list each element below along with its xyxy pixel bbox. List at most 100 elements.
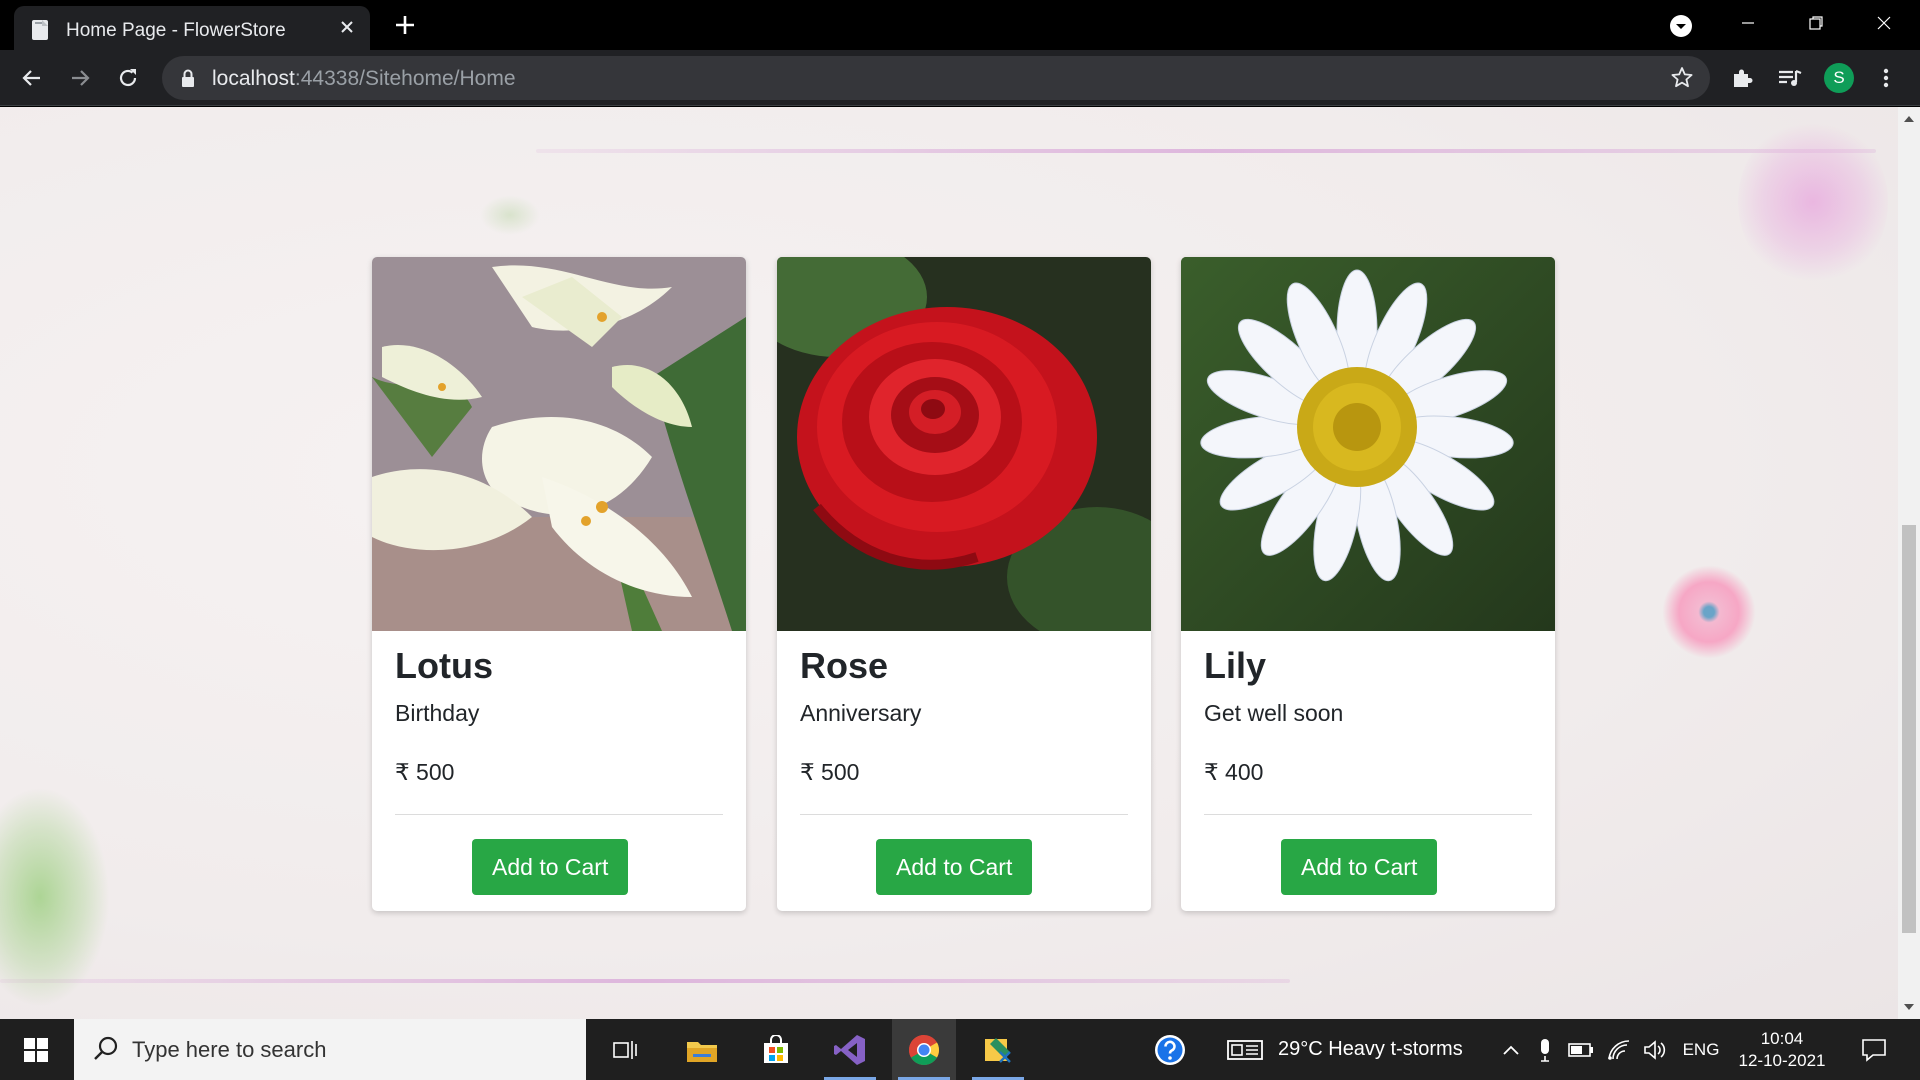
language-text: ENG xyxy=(1682,1039,1720,1059)
product-occasion: Birthday xyxy=(395,700,480,726)
red-rose-photo xyxy=(777,257,1151,631)
wifi-icon xyxy=(1608,1039,1630,1060)
help-button[interactable] xyxy=(1148,1019,1192,1080)
windows-taskbar: Type here to search 29°C Heavy t-storms xyxy=(0,1019,1920,1080)
white-lily-photo xyxy=(372,257,746,631)
task-view-icon xyxy=(613,1040,637,1059)
close-tab-icon[interactable] xyxy=(336,16,358,38)
product-image xyxy=(1181,257,1555,631)
lock-icon[interactable] xyxy=(180,68,196,88)
decorative-top-line xyxy=(536,149,1876,153)
battery-button[interactable] xyxy=(1564,1019,1598,1080)
chevron-up-icon xyxy=(1503,1045,1519,1055)
browser-tab-strip: Home Page - FlowerStore xyxy=(0,0,1920,50)
reload-icon xyxy=(119,69,137,87)
browser-tab-active[interactable]: Home Page - FlowerStore xyxy=(14,6,370,50)
media-control-button[interactable] xyxy=(1772,60,1808,96)
tab-search-dropdown-icon[interactable] xyxy=(1668,13,1694,39)
decorative-bottom-line xyxy=(0,979,1290,983)
add-to-cart-button[interactable]: Add to Cart xyxy=(876,839,1033,895)
arrow-right-icon xyxy=(72,70,90,86)
new-tab-icon[interactable] xyxy=(392,12,418,38)
reload-button[interactable] xyxy=(110,60,146,96)
product-card: Lotus Birthday ₹ 500 Add to Cart xyxy=(372,257,746,911)
add-to-cart-button[interactable]: Add to Cart xyxy=(472,839,629,895)
scroll-down-arrow-icon[interactable] xyxy=(1898,999,1920,1015)
notification-icon xyxy=(1862,1038,1886,1062)
product-price: ₹ 500 xyxy=(395,759,455,785)
taskbar-search-box[interactable]: Type here to search xyxy=(74,1019,586,1080)
page-scrollbar[interactable] xyxy=(1898,107,1920,1019)
visual-studio-button[interactable] xyxy=(818,1019,882,1080)
url-path: :44338/Sitehome/Home xyxy=(294,67,516,90)
snip-sketch-icon xyxy=(985,1037,1011,1063)
clock-time: 10:04 xyxy=(1760,1028,1804,1048)
product-occasion: Anniversary xyxy=(800,700,922,726)
back-button[interactable] xyxy=(14,60,50,96)
microphone-button[interactable] xyxy=(1530,1019,1560,1080)
network-button[interactable] xyxy=(1602,1019,1636,1080)
microsoft-store-button[interactable] xyxy=(744,1019,808,1080)
arrow-left-icon xyxy=(22,70,40,86)
store-bag-icon xyxy=(764,1034,788,1063)
file-explorer-button[interactable] xyxy=(670,1019,734,1080)
start-button[interactable] xyxy=(0,1019,72,1080)
product-card: Lily Get well soon ₹ 400 Add to Cart xyxy=(1181,257,1555,911)
clock[interactable]: 10:04 12-10-2021 xyxy=(1728,1019,1836,1080)
folder-icon xyxy=(687,1041,717,1062)
extensions-button[interactable] xyxy=(1724,60,1760,96)
chrome-icon xyxy=(908,1034,940,1065)
tab-title: Home Page - FlowerStore xyxy=(66,20,286,41)
language-indicator[interactable]: ENG xyxy=(1680,1019,1722,1080)
restore-button[interactable] xyxy=(1782,0,1850,46)
product-price: ₹ 400 xyxy=(1204,759,1264,785)
help-circle-icon xyxy=(1155,1034,1185,1065)
product-name: Rose xyxy=(800,645,889,686)
weather-text: 29°C Heavy t-storms xyxy=(1278,1038,1463,1060)
card-divider xyxy=(800,814,1128,815)
microphone-icon xyxy=(1541,1038,1549,1062)
more-vertical-icon xyxy=(1883,68,1889,88)
battery-icon xyxy=(1568,1042,1593,1057)
decorative-leaves-left xyxy=(0,787,110,1007)
minimize-button[interactable] xyxy=(1714,0,1782,46)
browser-menu-button[interactable] xyxy=(1868,60,1904,96)
forward-button[interactable] xyxy=(62,60,98,96)
chrome-button[interactable] xyxy=(892,1019,956,1080)
task-view-button[interactable] xyxy=(596,1019,654,1080)
notification-center-button[interactable] xyxy=(1846,1019,1902,1080)
search-placeholder: Type here to search xyxy=(132,1037,327,1062)
volume-button[interactable] xyxy=(1638,1019,1672,1080)
close-icon xyxy=(1877,16,1891,30)
snipping-tool-button[interactable] xyxy=(966,1019,1030,1080)
close-window-button[interactable] xyxy=(1850,0,1918,46)
card-divider xyxy=(395,814,723,815)
visual-studio-icon xyxy=(834,1034,865,1065)
playlist-icon xyxy=(1779,69,1802,86)
speaker-icon xyxy=(1644,1039,1666,1060)
card-divider xyxy=(1204,814,1532,815)
windows-logo-icon xyxy=(24,1037,48,1062)
add-to-cart-button[interactable]: Add to Cart xyxy=(1281,839,1438,895)
white-daisy-photo xyxy=(1181,257,1555,631)
product-occasion: Get well soon xyxy=(1204,700,1344,726)
product-name: Lily xyxy=(1204,645,1267,686)
puzzle-icon xyxy=(1734,69,1753,87)
product-image xyxy=(777,257,1151,631)
show-hidden-icons-button[interactable] xyxy=(1496,1019,1526,1080)
browser-toolbar: localhost:44338/Sitehome/Home S xyxy=(0,50,1920,106)
decorative-sprig xyxy=(480,195,540,235)
url-text[interactable]: localhost:44338/Sitehome/Home xyxy=(212,67,516,91)
news-weather-icon xyxy=(1227,1039,1263,1060)
decorative-flower-right xyxy=(1662,565,1756,659)
weather-widget[interactable]: 29°C Heavy t-storms xyxy=(1226,1019,1498,1080)
scroll-up-arrow-icon[interactable] xyxy=(1898,111,1920,127)
scrollbar-thumb[interactable] xyxy=(1902,525,1916,933)
address-bar[interactable]: localhost:44338/Sitehome/Home xyxy=(162,56,1710,100)
product-price: ₹ 500 xyxy=(800,759,860,785)
product-image xyxy=(372,257,746,631)
profile-avatar[interactable]: S xyxy=(1824,63,1854,93)
bookmark-star-icon[interactable] xyxy=(1668,64,1696,92)
page-favicon-icon xyxy=(32,20,48,40)
search-icon xyxy=(94,1036,118,1060)
